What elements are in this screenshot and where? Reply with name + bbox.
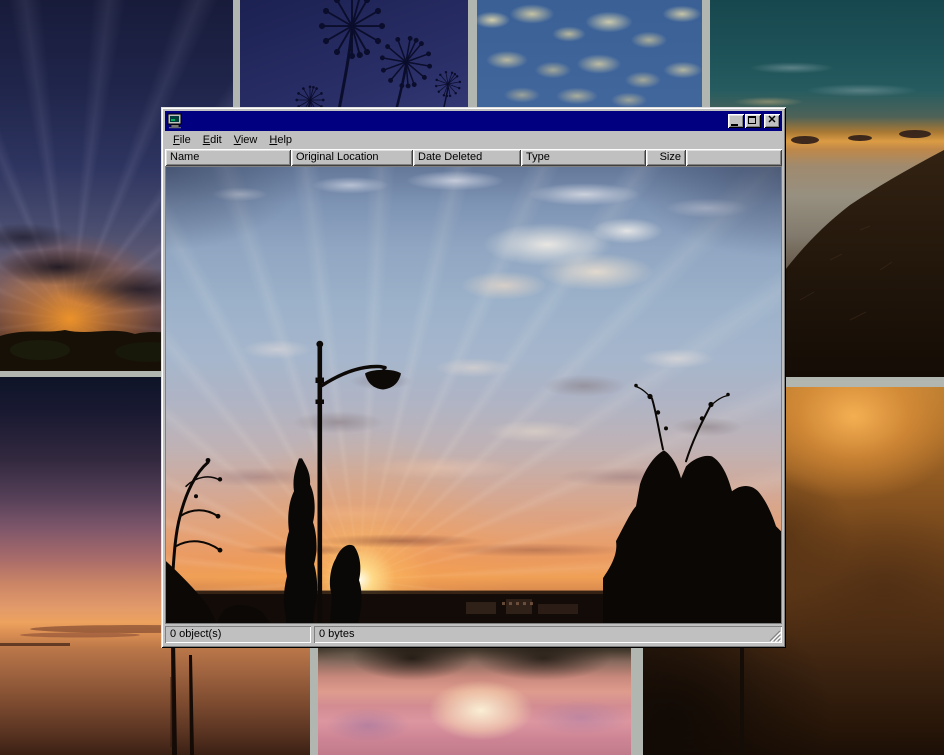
menu-view[interactable]: View <box>228 133 264 147</box>
file-list-viewport[interactable] <box>165 166 782 624</box>
computer-icon <box>167 113 183 129</box>
menu-edit[interactable]: Edit <box>197 133 228 147</box>
maximize-icon <box>748 116 756 124</box>
column-header-date-deleted[interactable]: Date Deleted <box>413 149 521 166</box>
title-bar[interactable]: ✕ <box>165 111 782 131</box>
minimize-icon <box>731 124 738 126</box>
status-byte-count: 0 bytes <box>314 626 782 643</box>
status-object-count: 0 object(s) <box>165 626 311 643</box>
close-button[interactable]: ✕ <box>764 114 780 128</box>
folder-background-sunset-photo <box>166 167 781 623</box>
minimize-button[interactable] <box>728 114 744 128</box>
column-header-type[interactable]: Type <box>521 149 646 166</box>
menu-bar: File Edit View Help <box>165 131 782 149</box>
recycle-bin-window: ✕ File Edit View Help Name Original Loca… <box>161 107 786 648</box>
close-icon: ✕ <box>764 113 780 127</box>
right-trees-leaf-dots <box>634 384 730 431</box>
status-bytes-text: 0 bytes <box>319 628 354 640</box>
desktop: { "window": { "title": "", "menu": { "it… <box>0 0 944 755</box>
column-header-filler[interactable] <box>686 149 782 166</box>
resize-grip-icon[interactable] <box>768 629 781 642</box>
column-header-size[interactable]: Size <box>646 149 686 166</box>
column-header-name[interactable]: Name <box>165 149 291 166</box>
menu-file[interactable]: File <box>167 133 197 147</box>
maximize-button[interactable] <box>745 114 761 128</box>
cypress-silhouette <box>284 458 317 623</box>
right-trees-silhouette <box>603 450 781 623</box>
small-tree-clump <box>330 545 362 623</box>
sunset-silhouettes <box>166 167 781 623</box>
menu-help[interactable]: Help <box>263 133 298 147</box>
column-header-row: Name Original Location Date Deleted Type… <box>165 149 782 166</box>
status-bar: 0 object(s) 0 bytes <box>165 626 782 644</box>
column-header-original-location[interactable]: Original Location <box>291 149 413 166</box>
